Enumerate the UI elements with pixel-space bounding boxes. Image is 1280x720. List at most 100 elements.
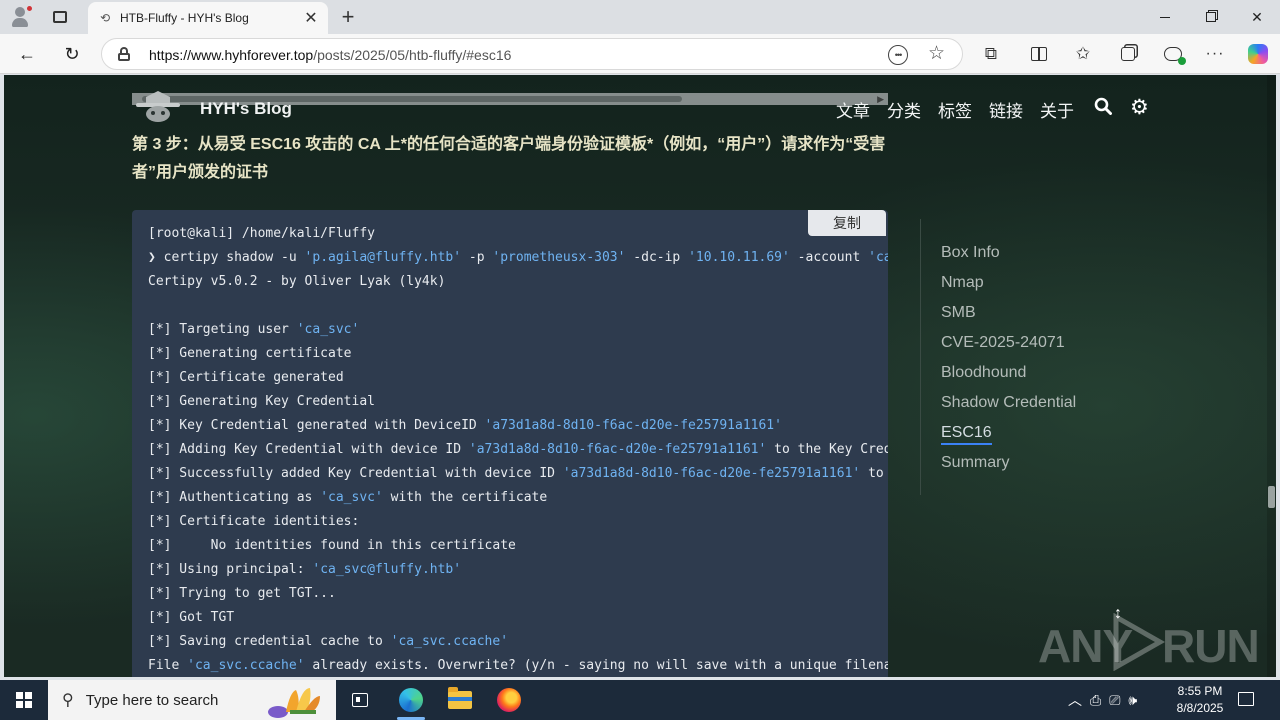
search-highlight-icon — [268, 688, 320, 718]
url-text[interactable]: https://www.hyhforever.top/posts/2025/05… — [149, 47, 511, 63]
address-bar[interactable]: https://www.hyhforever.top/posts/2025/05… — [101, 38, 963, 70]
toc-list: Box Info Nmap SMB CVE-2025-24071 Bloodho… — [941, 243, 1076, 483]
code-line: [*] Successfully added Key Credential wi… — [148, 462, 888, 486]
split-screen-icon[interactable] — [1024, 40, 1054, 68]
code-text: [*] Using principal: — [148, 562, 313, 577]
clock-time: 8:55 PM — [1177, 684, 1223, 698]
code-text: [*] Successfully added Key Credential wi… — [148, 466, 563, 481]
tab-actions-icon[interactable] — [48, 5, 72, 29]
close-tab-icon[interactable]: ✕ — [300, 7, 322, 29]
more-options-icon[interactable]: ··· — [1200, 40, 1230, 68]
code-text: -p — [461, 250, 493, 265]
profile-icon[interactable] — [9, 5, 33, 29]
site-title[interactable]: HYH's Blog — [200, 99, 292, 119]
nav-link-articles[interactable]: 文章 — [836, 97, 870, 122]
copilot-icon[interactable] — [1243, 40, 1273, 68]
toc-item-summary[interactable]: Summary — [941, 453, 1076, 483]
settings-gear-icon[interactable]: ⚙ — [1130, 95, 1149, 120]
tray-volume-icon[interactable]: 🕪 — [1128, 692, 1137, 709]
toc-item-nmap[interactable]: Nmap — [941, 273, 1076, 303]
code-string: '10.10.11.69' — [688, 250, 790, 265]
tray-network-icon[interactable]: ⎚ — [1109, 692, 1120, 709]
nav-link-about[interactable]: 关于 — [1040, 97, 1074, 122]
anyrun-watermark: ANY RUN — [1038, 613, 1260, 673]
notification-icon[interactable] — [1236, 689, 1256, 709]
code-line: [*] Adding Key Credential with device ID… — [148, 438, 888, 462]
performance-icon[interactable] — [1158, 40, 1188, 68]
taskbar-search[interactable]: ⚲ Type here to search — [48, 680, 336, 720]
code-text: -account — [789, 250, 869, 265]
back-button[interactable]: ← — [12, 40, 42, 68]
extensions-icon[interactable]: ⧉ — [976, 40, 1006, 68]
taskbar-edge-icon[interactable] — [387, 680, 435, 720]
code-text: [*] Authenticating as — [148, 490, 321, 505]
code-text: [*] Generating certificate — [148, 346, 352, 361]
lock-icon[interactable] — [118, 47, 130, 61]
code-line: [*] Using principal: 'ca_svc@fluffy.htb' — [148, 558, 888, 582]
taskbar-firefox-icon[interactable] — [485, 680, 533, 720]
code-string: 'ca_svc.ccache' — [187, 658, 305, 673]
toc-item-box-info[interactable]: Box Info — [941, 243, 1076, 273]
code-string: 'prometheusx-303' — [492, 250, 626, 265]
start-button[interactable] — [0, 680, 48, 720]
code-line: [root@kali] /home/kali/Fluffy — [148, 222, 888, 246]
browser-tab-bar: ⟲ HTB-Fluffy - HYH's Blog ✕ + ✕ — [0, 0, 1280, 34]
nav-link-tags[interactable]: 标签 — [938, 97, 972, 122]
collections-icon[interactable] — [1113, 40, 1143, 68]
page-scrollbar[interactable] — [1267, 75, 1276, 677]
step-heading: 第 3 步：从易受 ESC16 攻击的 CA 上*的任何合适的客户端身份验证模板… — [132, 136, 886, 181]
favorites-icon[interactable]: ✩ — [1068, 40, 1098, 68]
tab-title: HTB-Fluffy - HYH's Blog — [120, 11, 249, 25]
minimize-button[interactable] — [1142, 0, 1188, 34]
code-string: 'ca_svc' — [320, 490, 383, 505]
toc-item-smb[interactable]: SMB — [941, 303, 1076, 333]
search-icon: ⚲ — [62, 692, 74, 709]
nav-link-categories[interactable]: 分类 — [887, 97, 921, 122]
site-logo-icon[interactable] — [132, 87, 184, 127]
task-view-button[interactable] — [336, 680, 384, 720]
search-icon[interactable] — [1094, 97, 1112, 121]
code-line: [*] Certificate identities: — [148, 510, 888, 534]
code-text: Certipy v5.0.2 - by Oliver Lyak (ly4k) — [148, 274, 446, 289]
taskbar-clock[interactable]: 8:55 PM 8/8/2025 — [1172, 683, 1228, 717]
code-line: ❯ certipy shadow -u 'p.agila@fluffy.htb'… — [148, 246, 888, 270]
code-line: Certipy v5.0.2 - by Oliver Lyak (ly4k) — [148, 270, 888, 294]
code-text: ❯ certipy shadow -u — [148, 250, 305, 265]
code-line: File 'ca_svc.ccache' already exists. Ove… — [148, 654, 888, 677]
nav-link-links[interactable]: 链接 — [989, 97, 1023, 122]
new-tab-button[interactable]: + — [336, 4, 360, 29]
table-of-contents: Box Info Nmap SMB CVE-2025-24071 Bloodho… — [920, 219, 1220, 495]
toc-item-esc16[interactable]: ESC16 — [941, 423, 1076, 453]
reader-view-icon[interactable]: ••• — [888, 45, 908, 65]
code-line: [*] Authenticating as 'ca_svc' with the … — [148, 486, 888, 510]
toc-item-cve[interactable]: CVE-2025-24071 — [941, 333, 1076, 363]
code-string: 'ca_svc@fluffy.htb' — [312, 562, 462, 577]
code-line: [*] Certificate generated — [148, 366, 888, 390]
code-text: -dc-ip — [625, 250, 689, 265]
tray-device-icon[interactable]: ⎙ — [1090, 692, 1101, 709]
clock-date: 8/8/2025 — [1176, 701, 1224, 715]
code-text: [*] Certificate identities: — [148, 514, 360, 529]
taskbar-file-explorer-icon[interactable] — [436, 680, 484, 720]
code-line: [*] Trying to get TGT... — [148, 582, 888, 606]
add-favorite-icon[interactable]: ☆ — [928, 42, 945, 65]
code-line: [*] Generating Key Credential — [148, 390, 888, 414]
refresh-button[interactable]: ↻ — [57, 40, 87, 68]
restore-button[interactable] — [1188, 0, 1234, 34]
toc-item-shadow-credential[interactable]: Shadow Credential — [941, 393, 1076, 423]
close-window-button[interactable]: ✕ — [1234, 0, 1280, 34]
tray-chevron-icon[interactable]: ︿ — [1068, 690, 1082, 710]
code-line: [*] No identities found in this certific… — [148, 534, 888, 558]
code-line: [*] Key Credential generated with Device… — [148, 414, 888, 438]
code-text: [root@kali] /home/kali/Fluffy — [148, 226, 375, 241]
page-scroll-thumb[interactable] — [1268, 486, 1275, 508]
code-text: [*] Generating Key Credential — [148, 394, 375, 409]
code-text: [*] Trying to get TGT... — [148, 586, 336, 601]
code-text: to th — [868, 466, 884, 481]
search-placeholder: Type here to search — [85, 691, 219, 709]
browser-tab[interactable]: ⟲ HTB-Fluffy - HYH's Blog ✕ — [88, 2, 328, 34]
code-text: File — [148, 658, 188, 673]
toc-item-bloodhound[interactable]: Bloodhound — [941, 363, 1076, 393]
code-string: 'ca_ — [868, 250, 888, 265]
